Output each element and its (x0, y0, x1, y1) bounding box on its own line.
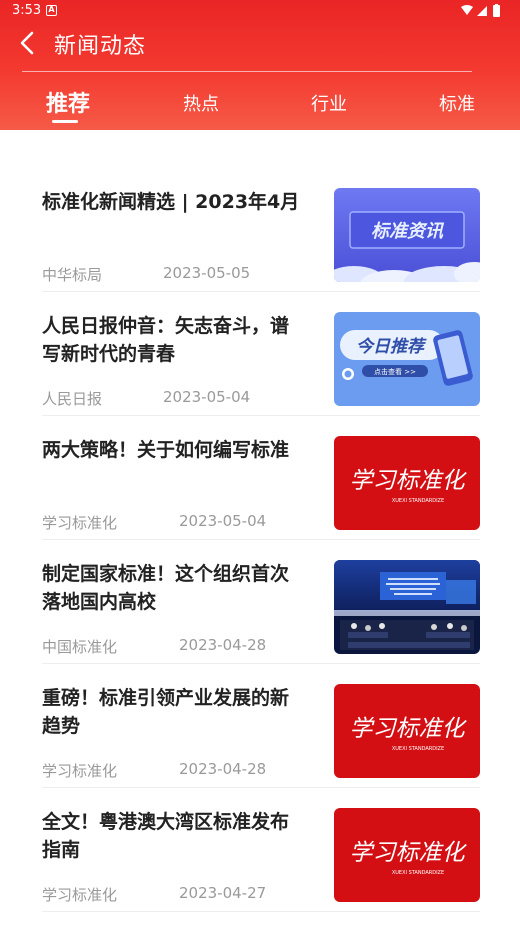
tab-industry[interactable]: 行业 (311, 90, 347, 116)
news-item[interactable]: 全文！粤港澳大湾区标准发布指南 学习标准化 2023-04-27 学习标准化 X… (0, 808, 520, 932)
news-source: 人民日报 (42, 390, 103, 408)
news-item[interactable]: 标准化新闻精选 | 2023年4月 中华标局 2023-05-05 标准资讯 (0, 188, 520, 312)
item-separator (42, 291, 480, 292)
news-date: 2023-04-27 (179, 884, 267, 902)
news-item[interactable]: 人民日报仲音：矢志奋斗，谱写新时代的青春 人民日报 2023-05-04 今日推… (0, 312, 520, 436)
news-date: 2023-04-28 (179, 760, 267, 778)
news-item[interactable]: 重磅！标准引领产业发展的新趋势 学习标准化 2023-04-28 学习标准化 X… (0, 684, 520, 808)
logo-text: 学习标准化 (350, 716, 468, 742)
notification-a-icon: A (46, 5, 57, 16)
thumb-caption: 标准资讯 (371, 221, 445, 242)
logo-subtext: XUEXI STANDARDIZE (392, 746, 444, 752)
news-title: 制定国家标准！这个组织首次落地国内高校 (42, 563, 290, 613)
logo-text: 学习标准化 (350, 468, 468, 494)
news-item[interactable]: 两大策略！关于如何编写标准 学习标准化 2023-05-04 学习标准化 XUE… (0, 436, 520, 560)
tab-hot[interactable]: 热点 (183, 90, 219, 116)
page-title: 新闻动态 (54, 34, 147, 59)
news-date: 2023-04-28 (179, 636, 267, 654)
news-source: 中国标准化 (42, 638, 118, 656)
news-title: 标准化新闻精选 | 2023年4月 (42, 191, 300, 213)
app-header: 3:53 A 新闻动态 推荐 热点 行业 标准 (0, 0, 520, 130)
tab-recommend[interactable]: 推荐 (46, 86, 90, 118)
news-thumbnail: 今日推荐 点击查看 >> (334, 312, 480, 406)
nav-bar: 新闻动态 (0, 22, 520, 68)
tab-standard[interactable]: 标准 (439, 90, 475, 116)
signal-icon (477, 6, 487, 16)
wifi-icon (461, 5, 473, 15)
logo-text: 学习标准化 (350, 840, 468, 866)
thumb-subcaption: 点击查看 >> (374, 367, 416, 376)
news-title: 人民日报仲音：矢志奋斗，谱写新时代的青春 (42, 315, 290, 365)
item-separator (42, 911, 480, 912)
active-tab-indicator (52, 120, 78, 123)
conference-photo (334, 560, 480, 654)
item-separator (42, 415, 480, 416)
news-item[interactable]: 制定国家标准！这个组织首次落地国内高校 中国标准化 2023-04-28 (0, 560, 520, 684)
news-date: 2023-05-05 (163, 264, 251, 282)
status-bar: 3:53 A (0, 0, 520, 22)
item-separator (42, 539, 480, 540)
news-thumbnail: 标准资讯 (334, 188, 480, 282)
news-source: 学习标准化 (42, 514, 118, 532)
news-thumbnail (334, 560, 480, 654)
news-source: 中华标局 (42, 266, 103, 284)
status-time: 3:53 (12, 3, 42, 18)
news-thumbnail: 学习标准化 XUEXI STANDARDIZE (334, 684, 480, 778)
news-title: 两大策略！关于如何编写标准 (42, 439, 290, 461)
news-thumbnail: 学习标准化 XUEXI STANDARDIZE (334, 808, 480, 902)
battery-icon (493, 5, 500, 17)
thumb-caption: 今日推荐 (356, 337, 427, 357)
tab-bar: 推荐 热点 行业 标准 (0, 82, 520, 126)
system-status-icons (461, 4, 500, 17)
news-title: 全文！粤港澳大湾区标准发布指南 (42, 811, 290, 861)
news-date: 2023-05-04 (163, 388, 251, 406)
news-source: 学习标准化 (42, 886, 118, 904)
header-divider (22, 71, 472, 72)
item-separator (42, 663, 480, 664)
news-source: 学习标准化 (42, 762, 118, 780)
news-thumbnail: 学习标准化 XUEXI STANDARDIZE (334, 436, 480, 530)
logo-subtext: XUEXI STANDARDIZE (392, 498, 444, 504)
news-title: 重磅！标准引领产业发展的新趋势 (42, 687, 290, 737)
back-arrow-icon[interactable] (16, 30, 42, 56)
logo-subtext: XUEXI STANDARDIZE (392, 870, 444, 876)
news-date: 2023-05-04 (179, 512, 267, 530)
item-separator (42, 787, 480, 788)
